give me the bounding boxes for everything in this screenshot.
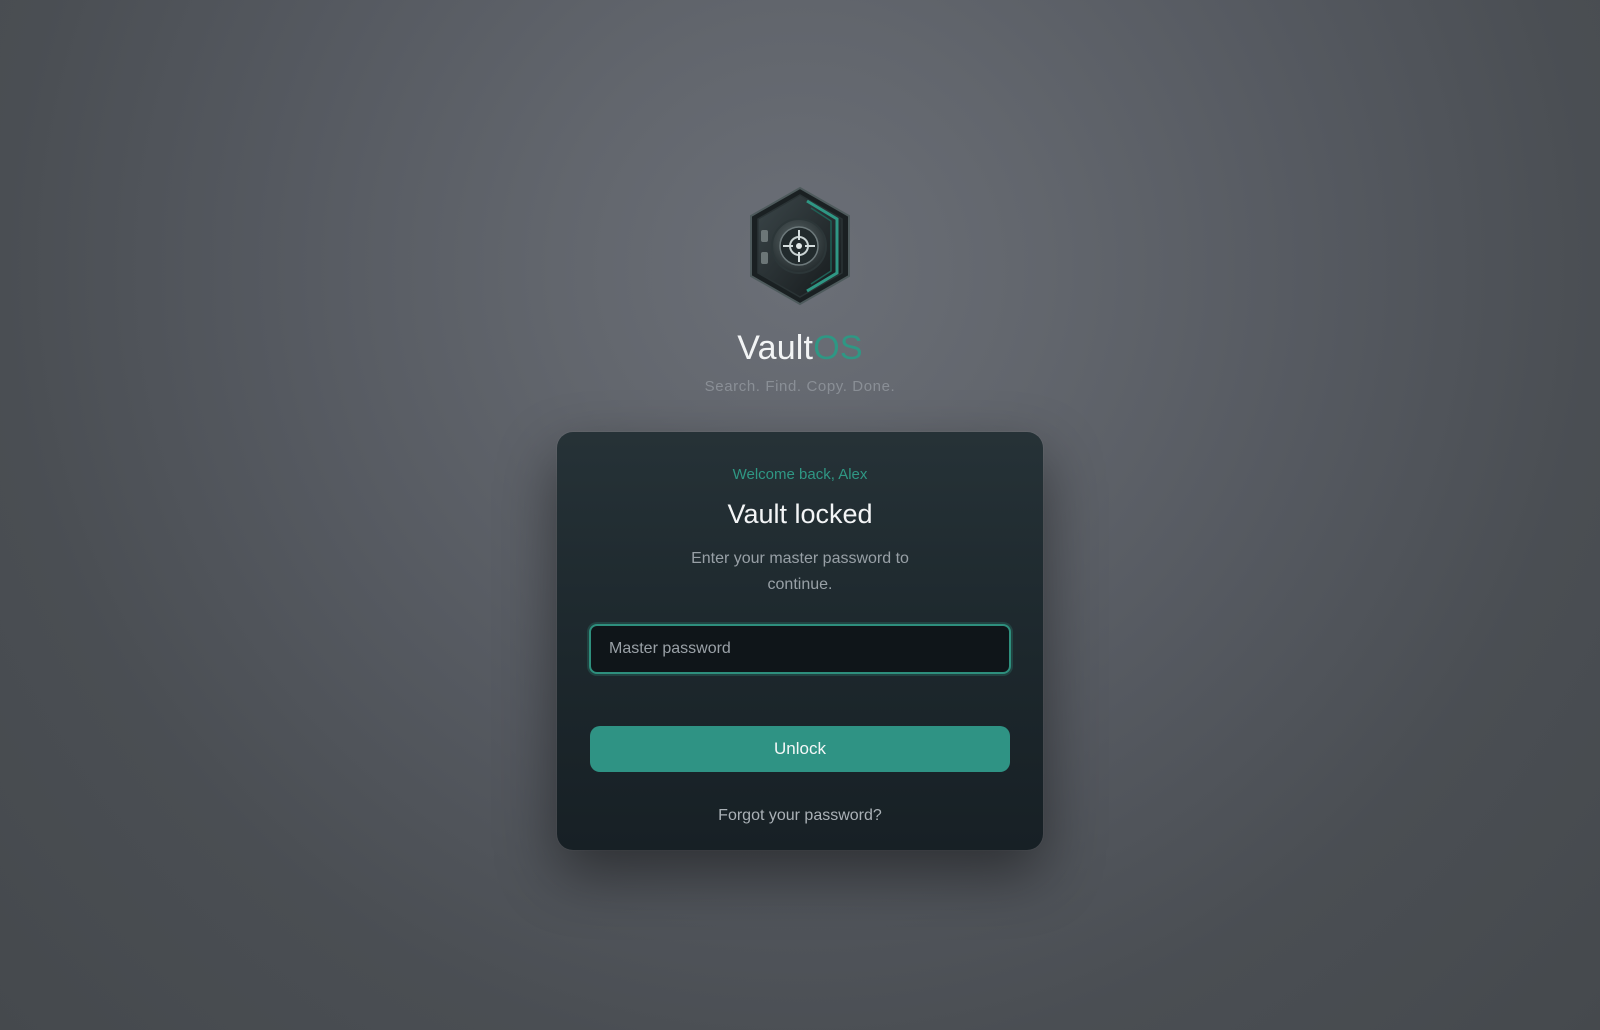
forgot-password-link[interactable]: Forgot your password? [718, 806, 882, 826]
app-name: VaultOS [0, 328, 1600, 368]
card-title: Vault locked [727, 499, 873, 529]
master-password-input[interactable] [589, 624, 1011, 674]
card-description: Enter your master password to continue. [691, 550, 909, 593]
welcome-message: Welcome back, Alex [732, 466, 868, 483]
app-name-primary: Vault [737, 329, 814, 367]
unlock-button[interactable]: Unlock [590, 726, 1010, 772]
unlock-card: Welcome back, Alex Vault locked Enter yo… [557, 432, 1043, 850]
app-name-accent: OS [813, 329, 863, 367]
app-tagline: Search. Find. Copy. Done. [704, 378, 896, 395]
brand-header: VaultOS Search. Find. Copy. Done. [0, 186, 1600, 396]
vault-logo-icon [750, 186, 850, 306]
